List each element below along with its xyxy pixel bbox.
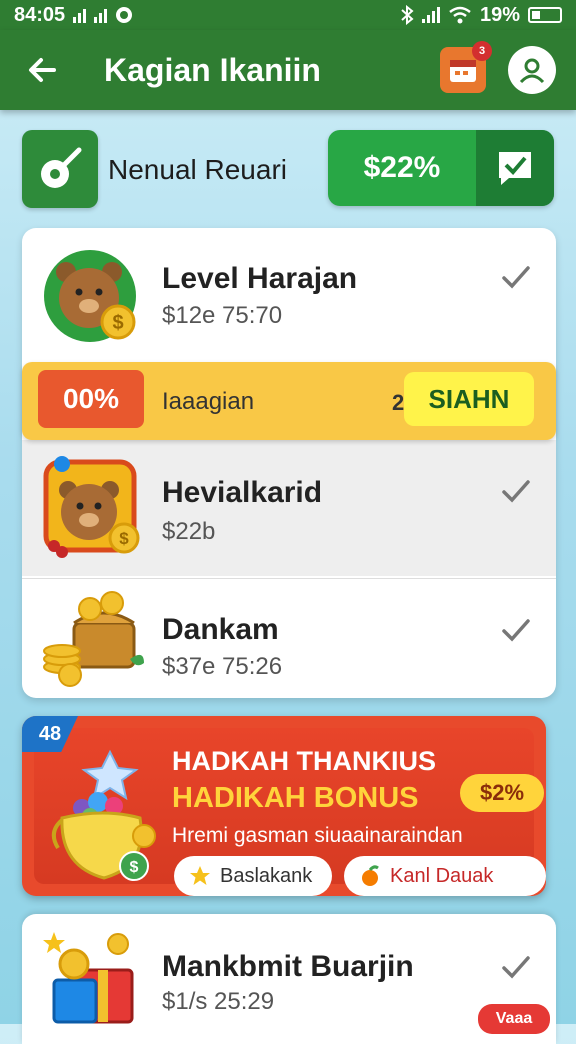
summary-value: $22% — [363, 151, 441, 184]
svg-text:$: $ — [112, 312, 123, 334]
calendar-icon — [450, 60, 476, 82]
list-item[interactable]: Dankam $37e 75:26 — [22, 578, 556, 698]
check-chat-icon — [476, 130, 554, 206]
wifi-icon — [449, 6, 471, 24]
app-bar: Kagian Ikaniin 3 — [0, 30, 576, 110]
cell-signal-icon — [421, 7, 440, 23]
bonus-title: HADKAH THANKIUS — [172, 746, 436, 776]
bonus-button-primary[interactable]: Baslakank — [174, 856, 332, 896]
bonus-subtitle: HADIKAH BONUS — [172, 782, 419, 814]
gift-box-icon — [43, 932, 134, 1024]
item-subtitle: $37e 75:26 — [162, 653, 283, 680]
item-title: Dankam — [162, 613, 279, 646]
bonus-percent-badge: $2% — [460, 774, 544, 812]
list-item[interactable]: Mankbmit Buarjin $1/s 25:29 Vaaa — [22, 914, 556, 1044]
summary-label: Nenual Reuari — [108, 154, 287, 185]
bonus-button-primary-label: Baslakank — [220, 864, 313, 887]
item-title: Level Harajan — [162, 262, 358, 295]
status-bar: 84:05 19% — [0, 0, 576, 30]
battery-percent: 19% — [479, 3, 520, 26]
item-subtitle: $22b — [162, 518, 216, 545]
profile-button[interactable] — [508, 46, 556, 94]
banner-number: 2 — [392, 390, 405, 415]
summary-card: Nenual Reuari $22% — [22, 130, 554, 208]
treasure-chest-icon — [43, 591, 144, 687]
bear-coin-icon: $ — [44, 250, 136, 342]
battery-icon — [528, 7, 562, 23]
svg-text:$: $ — [130, 859, 139, 876]
bonus-description: Hremi gasman siuaainaraindan — [172, 824, 463, 847]
bluetooth-icon — [401, 5, 414, 25]
banner-label: Iaaagian — [162, 388, 255, 415]
reward-list: $ Level Harajan $12e 75:70 $ Hevialkarid… — [22, 228, 556, 698]
list-item[interactable]: $ Hevialkarid $22b — [22, 440, 556, 576]
list-item[interactable]: $ Level Harajan $12e 75:70 — [22, 228, 556, 364]
banner-action-button[interactable]: SIAHN — [404, 372, 534, 426]
bonus-button-secondary-label: Kanl Dauak — [390, 864, 494, 887]
signal-icon — [73, 7, 87, 23]
calendar-button[interactable]: 3 — [440, 41, 492, 93]
item-title: Hevialkarid — [162, 476, 323, 509]
bonus-card[interactable]: $ HADKAH THANKIUS HADIKAH BONUS $2% Hrem… — [22, 716, 546, 896]
guitar-icon — [22, 130, 98, 208]
notification-icon — [116, 7, 133, 23]
banner-percent: 00% — [38, 370, 144, 428]
checkmark-icon — [502, 956, 530, 979]
notification-badge: 3 — [472, 41, 492, 61]
svg-text:$: $ — [119, 529, 129, 548]
pot-of-gems-icon: $ — [51, 749, 156, 881]
item-subtitle: $12e 75:70 — [162, 302, 283, 329]
arrow-left-icon — [29, 58, 56, 82]
back-button[interactable] — [20, 48, 64, 92]
checkmark-icon — [502, 619, 530, 642]
signal-icon-2 — [94, 7, 108, 23]
item-title: Mankbmit Buarjin — [162, 950, 414, 983]
user-icon — [519, 58, 545, 84]
promo-banner: 00% Iaaagian 2 SIAHN — [22, 362, 556, 440]
page-title: Kagian Ikaniin — [104, 51, 321, 88]
fruit-icon — [362, 865, 379, 886]
checkmark-icon — [502, 266, 530, 289]
star-icon — [190, 866, 210, 885]
bonus-button-secondary[interactable]: Kanl Dauak — [344, 856, 546, 896]
bonus-inner: $ HADKAH THANKIUS HADIKAH BONUS $2% Hrem… — [34, 728, 546, 896]
item-subtitle: $1/s 25:29 — [162, 988, 275, 1015]
summary-value-button[interactable]: $22% — [328, 130, 554, 206]
checkmark-icon — [502, 480, 530, 503]
item-badge: Vaaa — [478, 1004, 550, 1034]
bear-gift-icon: $ — [43, 456, 140, 558]
status-time: 84:05 — [14, 3, 66, 26]
